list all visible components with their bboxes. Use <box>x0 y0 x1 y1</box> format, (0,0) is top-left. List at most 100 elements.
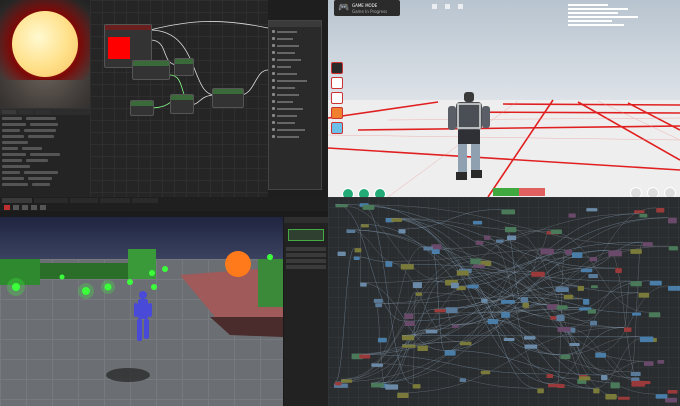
blueprint-node[interactable] <box>456 270 469 276</box>
blueprint-node[interactable] <box>444 350 456 356</box>
blueprint-node[interactable] <box>569 342 580 346</box>
blueprint-node[interactable] <box>580 268 593 273</box>
blueprint-node[interactable] <box>617 396 630 400</box>
blueprint-node[interactable] <box>623 327 632 332</box>
blueprint-graph-panel[interactable] <box>328 197 680 406</box>
blueprint-node[interactable] <box>472 264 485 268</box>
blueprint-node[interactable] <box>520 297 528 303</box>
blueprint-node[interactable] <box>431 249 440 255</box>
details-tab[interactable] <box>2 110 16 114</box>
blueprint-node[interactable] <box>341 379 353 383</box>
blueprint-node[interactable] <box>371 363 383 367</box>
blueprint-node[interactable] <box>630 249 642 254</box>
multiply-node[interactable] <box>132 60 170 80</box>
blueprint-node[interactable] <box>362 204 375 210</box>
editor-tab[interactable] <box>34 198 68 203</box>
blueprint-node[interactable] <box>667 217 677 224</box>
blueprint-node[interactable] <box>537 388 544 394</box>
blueprint-node[interactable] <box>523 336 536 340</box>
blueprint-node[interactable] <box>495 239 504 243</box>
toolbar-button[interactable] <box>22 205 28 210</box>
blueprint-node[interactable] <box>557 327 571 332</box>
blueprint-node[interactable] <box>578 376 591 381</box>
map-icon[interactable] <box>331 92 343 104</box>
blueprint-node[interactable] <box>501 312 510 318</box>
sword-icon[interactable] <box>331 62 343 74</box>
blueprint-node[interactable] <box>631 380 646 387</box>
blueprint-node[interactable] <box>610 382 620 389</box>
blueprint-node[interactable] <box>375 303 383 308</box>
blueprint-node[interactable] <box>595 352 606 358</box>
blueprint-node[interactable] <box>589 256 598 262</box>
blueprint-node[interactable] <box>577 285 584 291</box>
blueprint-node[interactable] <box>667 390 678 394</box>
blueprint-node[interactable] <box>565 249 572 255</box>
blueprint-node[interactable] <box>484 235 491 240</box>
blueprint-node[interactable] <box>412 384 421 389</box>
blueprint-node[interactable] <box>504 226 517 233</box>
blueprint-node[interactable] <box>630 281 642 287</box>
blueprint-node[interactable] <box>665 397 678 403</box>
blueprint-node[interactable] <box>563 294 574 300</box>
blueprint-node[interactable] <box>503 338 515 342</box>
details-tab[interactable] <box>19 110 33 114</box>
blueprint-node[interactable] <box>335 204 348 208</box>
game-viewport[interactable]: 🎮 GAME MODE Game In Progress <box>328 0 680 197</box>
material-preview-viewport[interactable] <box>0 0 100 108</box>
green-action-button[interactable] <box>358 188 370 197</box>
blueprint-node[interactable] <box>588 274 598 279</box>
blueprint-node[interactable] <box>487 319 499 325</box>
editor-tab[interactable] <box>70 198 98 203</box>
blueprint-node[interactable] <box>354 248 362 253</box>
blueprint-node[interactable] <box>391 218 403 222</box>
blueprint-node[interactable] <box>571 252 583 259</box>
blueprint-node[interactable] <box>608 250 622 257</box>
blueprint-node[interactable] <box>524 344 538 349</box>
blueprint-node[interactable] <box>360 282 367 287</box>
blueprint-node[interactable] <box>472 220 483 225</box>
scalar-node[interactable] <box>212 88 244 108</box>
blueprint-node[interactable] <box>470 258 481 265</box>
blueprint-node[interactable] <box>500 299 515 304</box>
blueprint-node[interactable] <box>649 280 662 286</box>
lerp-node[interactable] <box>170 94 194 114</box>
material-graph-canvas[interactable] <box>90 0 268 197</box>
blueprint-node[interactable] <box>634 210 645 214</box>
blueprint-node[interactable] <box>398 229 406 234</box>
blueprint-node[interactable] <box>638 292 650 298</box>
blueprint-node[interactable] <box>568 213 576 218</box>
blueprint-node[interactable] <box>385 261 393 267</box>
blueprint-node[interactable] <box>459 341 472 346</box>
blueprint-node[interactable] <box>632 312 642 316</box>
blueprint-node[interactable] <box>371 383 384 388</box>
blueprint-node[interactable] <box>353 256 360 260</box>
blueprint-node[interactable] <box>404 321 415 327</box>
blueprint-node[interactable] <box>337 251 346 256</box>
blueprint-node[interactable] <box>401 335 415 341</box>
blueprint-node[interactable] <box>615 268 622 274</box>
blueprint-node[interactable] <box>377 337 387 343</box>
blueprint-node[interactable] <box>480 370 491 375</box>
orange-ability-icon[interactable] <box>331 107 343 119</box>
details-tab[interactable] <box>36 110 50 114</box>
blueprint-node[interactable] <box>642 242 653 247</box>
blueprint-node[interactable] <box>334 381 342 386</box>
editor-tab[interactable] <box>100 198 130 203</box>
blueprint-node[interactable] <box>385 384 399 390</box>
blueprint-node[interactable] <box>423 246 434 251</box>
outliner-selected-item[interactable] <box>288 229 324 241</box>
toolbar-button[interactable] <box>40 205 46 210</box>
blueprint-node[interactable] <box>404 313 414 319</box>
blueprint-node[interactable] <box>556 305 568 310</box>
level-viewport[interactable] <box>0 217 283 406</box>
outliner-row[interactable] <box>286 253 326 257</box>
blueprint-node[interactable] <box>655 394 668 399</box>
blueprint-node[interactable] <box>639 213 648 218</box>
blueprint-node[interactable] <box>541 248 550 254</box>
blueprint-node[interactable] <box>506 235 517 241</box>
blueprint-node[interactable] <box>359 354 371 359</box>
inventory-icon[interactable] <box>331 77 343 89</box>
blueprint-node[interactable] <box>587 309 597 314</box>
blueprint-node[interactable] <box>452 324 459 328</box>
blueprint-node[interactable] <box>583 298 590 305</box>
